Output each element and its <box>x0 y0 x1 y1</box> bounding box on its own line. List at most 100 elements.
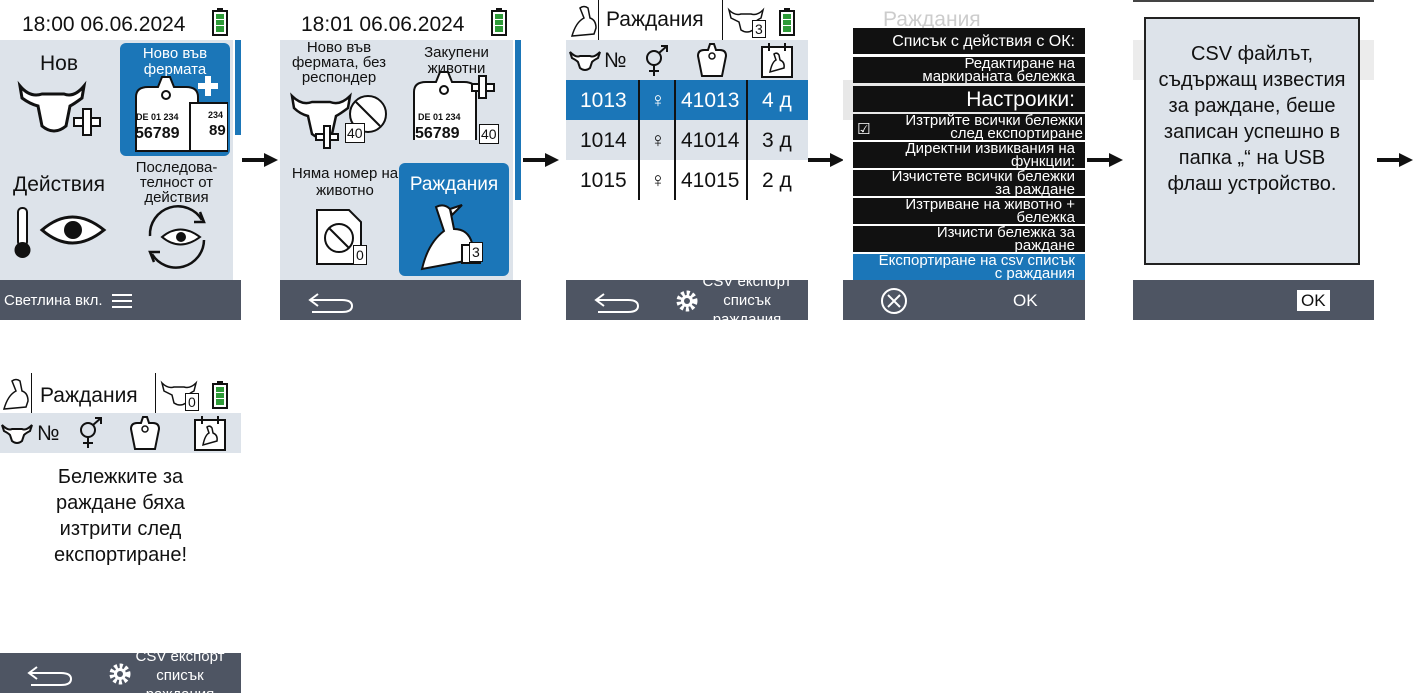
badge-count: 0 <box>353 245 367 265</box>
battery-icon <box>491 8 507 36</box>
bottom-bar <box>280 280 521 320</box>
bottom-bar: CSV експорт списък раждания <box>0 648 241 693</box>
calendar-stork-icon <box>761 43 793 78</box>
tile-new-in-farm[interactable]: Ново във фермата DE 01 234 56789 234 89 <box>120 43 230 156</box>
battery-icon <box>212 381 228 409</box>
stork-icon <box>2 378 29 410</box>
table-row[interactable]: 1013 ♀ 41013 4 д <box>566 80 808 120</box>
dialog-message: CSV файлът, съдържащ известия за раждане… <box>1158 43 1346 195</box>
tag-number: 56789 <box>415 125 460 142</box>
tile-action-sequence-label: Последова-телност от действия <box>135 159 218 206</box>
tile-births-label: Раждания <box>409 174 499 195</box>
deleted-message: Бележките за раждане бяха изтрити след е… <box>53 466 188 566</box>
bottom-bar: CSV експорт списък раждания <box>566 273 808 320</box>
menu-item-edit-label: Редактиране на маркираната бележка <box>922 57 1075 83</box>
ok-button[interactable]: OK <box>1297 290 1330 311</box>
badge-count: 40 <box>345 123 365 143</box>
tile-no-animal-number[interactable]: Няма номер на животно 0 <box>280 160 398 278</box>
arrow-icon <box>808 153 844 167</box>
back-arrow-icon[interactable] <box>27 661 73 687</box>
thermometer-eye-icon <box>14 207 107 258</box>
row-id: 1015 <box>580 169 627 192</box>
row-id: 1014 <box>580 129 627 152</box>
tile-new[interactable]: Нов <box>0 40 118 158</box>
menu-item-delete-animal-label: Изтриване на животно + бележка <box>905 198 1075 224</box>
count-badge: 0 <box>185 393 199 411</box>
menu-item-clear-all-label: Изчистете всички бележки за раждане <box>891 170 1075 196</box>
row-age: 3 д <box>762 129 792 152</box>
clock: 18:01 06.06.2024 <box>301 13 465 36</box>
row-sex: ♀ <box>650 89 666 112</box>
battery-icon <box>212 8 228 36</box>
tag-number: 56789 <box>135 125 180 142</box>
cow-head-icon <box>569 51 601 71</box>
screen-births-empty: Раждания 0 № Бележките за раждане бяха и… <box>0 373 241 693</box>
tile-new-label: Нов <box>39 52 78 75</box>
menu-item-clear-note[interactable]: Изчисти бележка за раждане <box>853 226 1085 252</box>
menu-header-label: Списък с действия с ОК: <box>892 33 1075 50</box>
menu-item-delete-after-export-label: Изтрийте всички бележки след експортиран… <box>905 114 1083 140</box>
menu-item-delete-animal[interactable]: Изтриване на животно + бележка <box>853 198 1085 224</box>
ear-tag-icon <box>129 416 161 450</box>
row-sex: ♀ <box>650 169 666 192</box>
screen-export-success: CSV файлът, съдържащ известия за раждане… <box>1133 0 1374 320</box>
badge-count: 3 <box>469 242 483 262</box>
cow-no-responder-icon <box>290 92 387 149</box>
col-header-number: № <box>37 422 60 445</box>
settings-header: Настроики: <box>853 86 1085 112</box>
csv-export-label[interactable]: CSV експорт списък раждания <box>694 272 800 320</box>
back-arrow-icon[interactable] <box>308 288 354 314</box>
ear-tag-icon <box>696 43 728 77</box>
gender-icon <box>80 417 102 448</box>
arrow-icon <box>1377 153 1413 167</box>
count-badge: 3 <box>752 20 766 38</box>
row-tag: 41013 <box>681 89 740 112</box>
tile-purchased-animals[interactable]: Закупени животни DE 01 234 56789 40 <box>400 40 513 158</box>
screen-title: Раждания <box>40 384 138 407</box>
cycle-eye-icon <box>148 205 206 269</box>
checkbox-icon[interactable]: ☑ <box>857 122 870 137</box>
menu-item-export-csv-label: Експортиране на csv списък с раждания <box>878 254 1075 280</box>
tile-actions-label: Действия <box>12 173 105 196</box>
screen-action-menu: Раждания Списък с действия с ОК: Редакти… <box>843 0 1085 320</box>
menu-header: Списък с действия с ОК: <box>853 28 1085 54</box>
ok-button[interactable]: OK <box>1013 292 1038 309</box>
background-title: Раждания <box>883 8 981 31</box>
menu-item-delete-after-export[interactable]: ☑ Изтрийте всички бележки след експортир… <box>853 114 1085 140</box>
clock: 18:00 06.06.2024 <box>22 13 186 36</box>
row-age: 4 д <box>762 89 792 112</box>
gender-icon <box>646 45 668 76</box>
direct-calls-header: Директни извиквания на функции: <box>853 142 1085 168</box>
stork-icon <box>570 5 597 37</box>
arrow-icon <box>1087 153 1123 167</box>
cancel-icon[interactable] <box>880 287 908 315</box>
tag-side: 234 <box>208 110 224 120</box>
back-arrow-icon[interactable] <box>594 288 640 314</box>
tag-country: DE 01 234 <box>418 112 461 122</box>
table-row[interactable]: 1015 ♀ 41015 2 д <box>566 160 808 200</box>
tile-new-without-responder-label: Ново във фермата, без респондер <box>291 39 387 86</box>
row-tag: 41014 <box>681 129 740 152</box>
row-sex: ♀ <box>650 129 666 152</box>
row-tag: 41015 <box>681 169 740 192</box>
light-on-label[interactable]: Светлина вкл. <box>4 293 103 308</box>
table-row[interactable]: 1014 ♀ 41014 3 д <box>566 120 808 160</box>
csv-export-label[interactable]: CSV експорт списък раждания <box>127 647 233 693</box>
tile-actions[interactable]: Действия <box>0 160 118 278</box>
tag-side-number: 89 <box>209 122 226 139</box>
menu-item-edit[interactable]: Редактиране на маркираната бележка <box>853 57 1085 83</box>
tile-new-without-responder[interactable]: Ново във фермата, без респондер 40 <box>280 40 398 158</box>
cow-plus-icon <box>17 80 101 136</box>
settings-header-label: Настроики: <box>966 88 1075 111</box>
direct-calls-header-label: Директни извиквания на функции: <box>905 142 1075 168</box>
tile-births[interactable]: Раждания 3 <box>399 163 509 276</box>
screen-main-menu: 18:00 06.06.2024 Нов Ново във фермата DE… <box>0 0 241 320</box>
tile-action-sequence[interactable]: Последова-телност от действия <box>120 160 233 278</box>
calendar-stork-icon <box>194 416 226 451</box>
bottom-bar: OK <box>843 280 1085 320</box>
menu-item-export-csv[interactable]: Експортиране на csv списък с раждания <box>853 254 1085 280</box>
bottom-bar: Светлина вкл. <box>0 280 241 320</box>
menu-item-clear-all[interactable]: Изчистете всички бележки за раждане <box>853 170 1085 196</box>
hamburger-menu-icon[interactable] <box>112 293 132 309</box>
screen-births-list: Раждания 3 № 1013 ♀ 41013 4 д 1014 ♀ 410… <box>566 0 808 320</box>
